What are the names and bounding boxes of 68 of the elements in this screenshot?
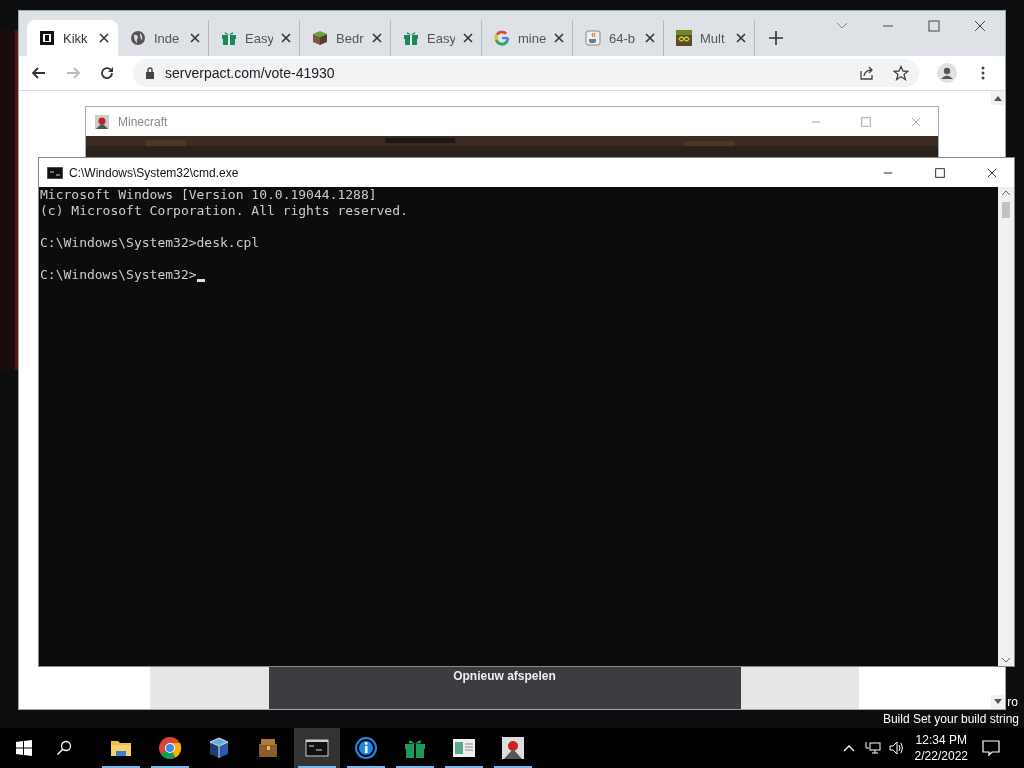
window-title: C:\Windows\System32\cmd.exe <box>69 165 239 180</box>
search-icon[interactable] <box>56 740 72 756</box>
spreadsheet-icon <box>452 736 476 760</box>
close-icon[interactable] <box>973 19 987 33</box>
info-circle-icon <box>354 736 378 760</box>
infinity-icon <box>676 30 692 46</box>
chevron-down-icon[interactable] <box>1001 657 1011 663</box>
star-icon[interactable] <box>893 65 909 81</box>
close-icon[interactable] <box>554 33 564 43</box>
watermark-text: Build Set your build string <box>882 712 1019 726</box>
scroll-down-button[interactable] <box>991 695 1005 709</box>
browser-tab[interactable]: Kikk <box>27 20 118 56</box>
g-letter-icon <box>494 30 510 46</box>
triangle-down-icon <box>994 699 1002 705</box>
gift-icon <box>403 30 419 46</box>
close-icon[interactable] <box>463 33 473 43</box>
close-icon[interactable] <box>986 166 998 179</box>
browser-tab[interactable]: 64-b <box>573 20 664 56</box>
close-icon[interactable] <box>99 33 109 43</box>
close-icon[interactable] <box>281 33 291 43</box>
address-bar[interactable]: serverpact.com/vote-41930 <box>133 59 919 87</box>
box-icon <box>39 30 55 46</box>
browser-tab[interactable]: Mult <box>664 20 755 56</box>
back-arrow-icon[interactable] <box>31 65 47 81</box>
network-icon[interactable] <box>864 740 881 756</box>
scroll-up-button[interactable] <box>991 91 1005 105</box>
gift-icon <box>221 30 237 46</box>
time-text: 12:34 PM <box>915 732 967 748</box>
coffee-cup-icon <box>585 30 601 46</box>
browser-tab[interactable]: Bedr <box>300 20 391 56</box>
url-text: serverpact.com/vote-41930 <box>165 65 335 81</box>
triangle-up-icon <box>994 95 1002 101</box>
terminal-icon <box>47 166 63 179</box>
lock-icon <box>145 67 155 79</box>
cube-icon <box>207 736 231 760</box>
taskbar-app[interactable] <box>294 728 340 768</box>
maximize-icon[interactable] <box>934 166 946 179</box>
terminal-icon <box>305 736 329 760</box>
browser-tab[interactable]: Easy <box>391 20 482 56</box>
notification-icon[interactable] <box>982 739 1000 757</box>
console-line: C:\Windows\System32>desk.cpl <box>40 235 260 251</box>
close-icon[interactable] <box>736 33 746 43</box>
date-text: 2/22/2022 <box>914 748 968 764</box>
speaker-icon[interactable] <box>888 740 905 756</box>
close-icon[interactable] <box>645 33 655 43</box>
console-line: C:\Windows\System32> <box>40 267 197 283</box>
close-icon[interactable] <box>190 33 200 43</box>
scroll-thumb[interactable] <box>1002 202 1010 218</box>
browser-tab[interactable]: mine <box>482 20 573 56</box>
chest-icon <box>256 736 280 760</box>
reload-icon[interactable] <box>99 65 115 81</box>
browser-tab[interactable]: Inde <box>118 20 209 56</box>
console-line: Microsoft Windows [Version 10.0.19044.1288] <box>40 187 377 203</box>
close-icon[interactable] <box>372 33 382 43</box>
console-line: (c) Microsoft Corporation. All rights reserved. <box>40 203 408 219</box>
browser-tab[interactable]: Easy <box>209 20 300 56</box>
clock[interactable]: 12:34 PM 2/22/2022 <box>914 732 968 764</box>
chrome-logo-icon <box>158 736 182 760</box>
share-icon[interactable] <box>859 65 875 81</box>
grass-block-icon <box>312 30 328 46</box>
watermark-text: ro <box>1007 695 1018 709</box>
globe-icon <box>130 30 146 46</box>
scrollbar[interactable] <box>998 187 1014 666</box>
new-tab-icon[interactable] <box>769 31 783 45</box>
window-title: Minecraft <box>118 114 168 129</box>
profile-icon[interactable] <box>937 63 957 83</box>
windows-logo-icon[interactable] <box>16 740 32 756</box>
replay-link[interactable]: Opnieuw afspelen <box>453 669 556 684</box>
